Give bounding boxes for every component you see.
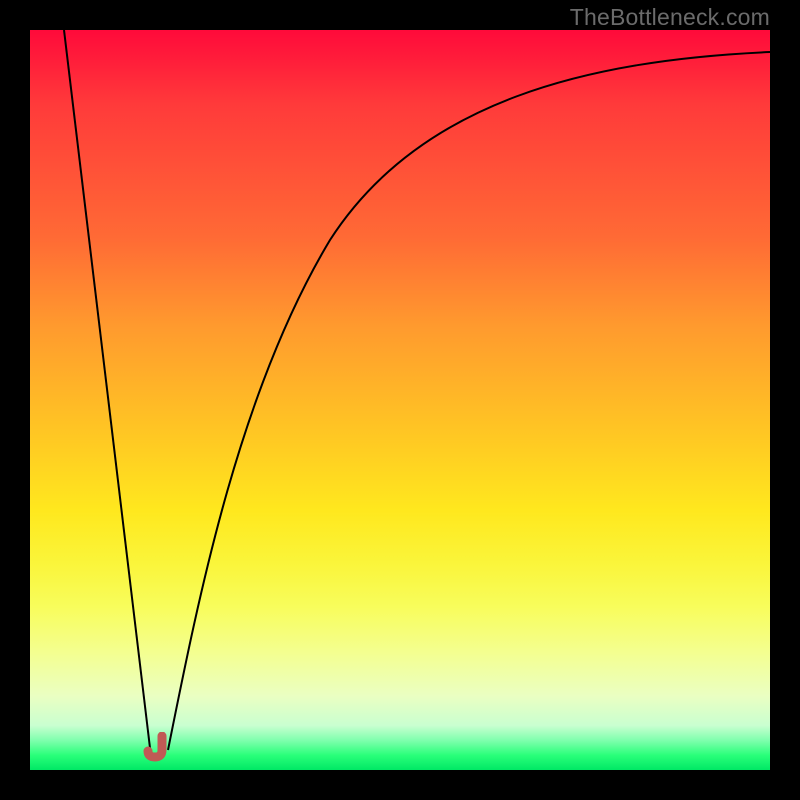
curve-left (64, 30, 150, 748)
plot-area (30, 30, 770, 770)
curve-right (168, 52, 770, 750)
watermark-text: TheBottleneck.com (570, 4, 770, 31)
chart-frame: TheBottleneck.com (0, 0, 800, 800)
curve-layer (30, 30, 770, 770)
